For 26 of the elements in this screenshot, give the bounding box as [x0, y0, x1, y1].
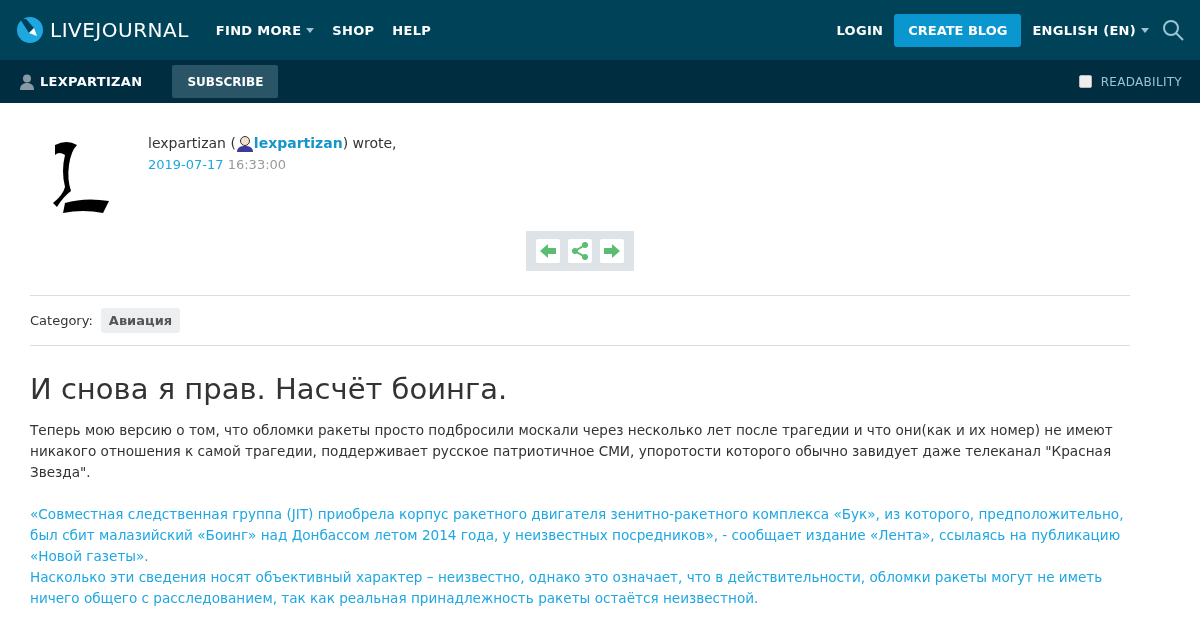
- login-link[interactable]: LOGIN: [836, 22, 884, 38]
- readability-label[interactable]: READABILITY: [1100, 74, 1182, 89]
- category-label: Category:: [30, 313, 93, 328]
- readability-checkbox[interactable]: [1078, 75, 1092, 88]
- post-time: 16:33:00: [226, 157, 287, 172]
- language-selector[interactable]: ENGLISH (EN): [1032, 22, 1149, 38]
- author-name: lexpartizan (: [148, 134, 236, 153]
- caret-icon: [306, 27, 315, 33]
- quote-text: Насколько эти сведения носят объективный характер – неизвестно, однако это означает, что в действительности, обломки ракеты могут не иметь ничего общего с расследованием, так как реальная принадлежность ракеты остаётся неизвестной.: [30, 568, 1104, 608]
- paragraph: Теперь мою версию о том, что обломки ракеты просто подбросили москали через несколько лет после трагедии и что они(как и их номер) не имеют никакого отношения к самой трагедии, поддерживает русское патриотичное СМИ, упоротости которого обычно завидует даже телеканал "Красная Звезда".: [30, 421, 1114, 482]
- wrote-text: ) wrote,: [342, 134, 397, 153]
- logo-link[interactable]: LIVEJOURNAL: [16, 16, 189, 44]
- post-title: И снова я прав. Насчёт боинга.: [30, 372, 509, 406]
- logo-icon: [16, 16, 44, 44]
- nav-link[interactable]: HELP: [392, 22, 432, 38]
- nav-link[interactable]: FIND MORE: [215, 22, 315, 38]
- user-icon: [20, 73, 34, 90]
- user-link[interactable]: LEXPARTIZAN: [20, 73, 143, 90]
- search-icon[interactable]: [1162, 19, 1184, 41]
- caret-icon: [1141, 27, 1149, 33]
- user-icon: [235, 135, 254, 152]
- quote-text: «Совместная следственная группа (JIT) приобрела корпус ракетного двигателя зенитно-ракетного комплекса «Бук», из которого, предположительно, был сбит малазийский «Боинг» над Донбассом летом 2014 года, у неизвестных посредников», - сообщает издание «Лента», ссылаясь на публикацию «Новой газеты».: [30, 505, 1125, 566]
- category-tag[interactable]: Авиация: [100, 308, 181, 333]
- share-icon[interactable]: [568, 239, 592, 263]
- subscribe-button[interactable]: SUBSCRIBE: [172, 65, 279, 98]
- nav-link[interactable]: SHOP: [332, 22, 375, 38]
